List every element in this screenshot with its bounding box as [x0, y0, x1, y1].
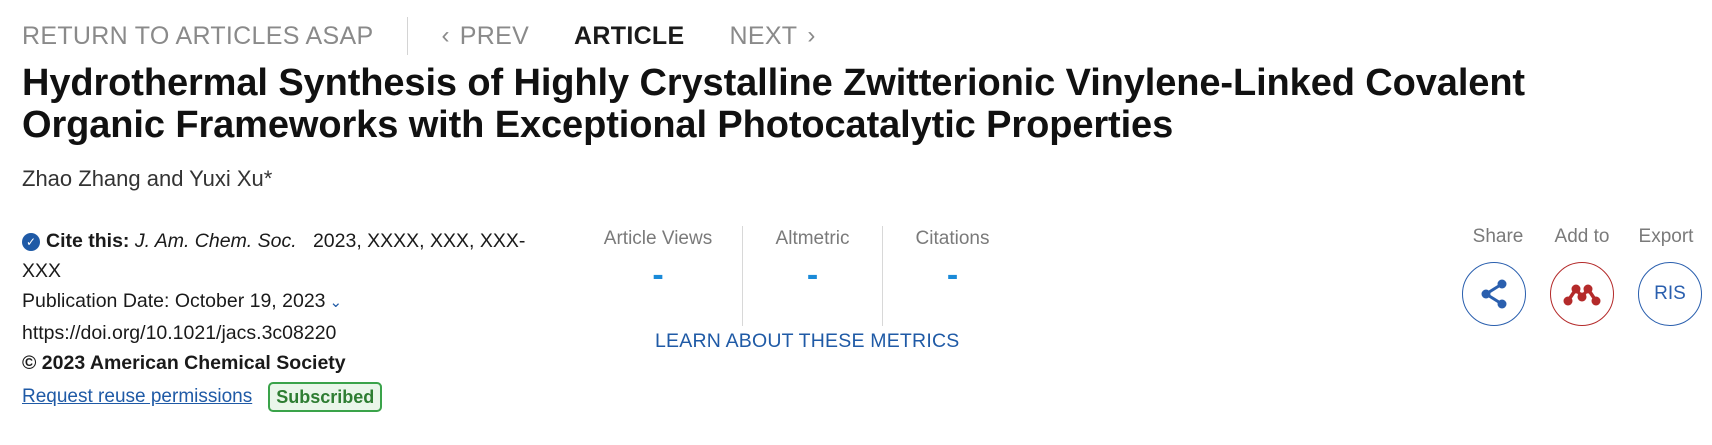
- article-title: Hydrothermal Synthesis of Highly Crystal…: [22, 62, 1525, 146]
- cite-label: Cite this:: [46, 230, 130, 252]
- metric-value: -: [946, 256, 959, 294]
- share-label: Share: [1472, 226, 1524, 247]
- doi-link[interactable]: https://doi.org/10.1021/jacs.3c08220: [22, 318, 552, 348]
- add-to-label: Add to: [1554, 226, 1610, 247]
- reuse-row: Request reuse permissions Subscribed: [22, 382, 552, 412]
- next-label: NEXT: [729, 21, 798, 50]
- ris-label: RIS: [1654, 283, 1686, 304]
- action-labels: Share Add to Export: [1462, 226, 1702, 248]
- copyright-notice: © 2023 American Chemical Society: [22, 352, 346, 374]
- metric-citations: Citations -: [882, 226, 1022, 326]
- metric-label: Citations: [915, 228, 990, 249]
- prev-article-link[interactable]: ‹ PREV: [441, 22, 529, 51]
- metric-altmetric: Altmetric -: [742, 226, 882, 326]
- metric-label: Article Views: [603, 228, 713, 249]
- mendeley-icon: [1563, 284, 1601, 306]
- publication-date: Publication Date: October 19, 2023: [22, 290, 326, 312]
- article-nav-bar: RETURN TO ARTICLES ASAP ‹ PREV ARTICLE N…: [22, 16, 816, 56]
- share-button[interactable]: [1462, 262, 1526, 326]
- chevron-down-icon: ⌄: [329, 294, 343, 311]
- return-to-articles-link[interactable]: RETURN TO ARTICLES ASAP: [22, 22, 373, 51]
- metric-value: -: [806, 256, 819, 294]
- journal-name: J. Am. Chem. Soc.: [134, 230, 297, 252]
- nav-divider: [407, 17, 409, 55]
- citation-block: ✓ Cite this: J. Am. Chem. Soc. 2023, XXXX…: [22, 226, 552, 412]
- cite-line: ✓ Cite this: J. Am. Chem. Soc. 2023, XXXX…: [22, 226, 552, 286]
- add-to-mendeley-button[interactable]: [1550, 262, 1614, 326]
- share-icon: [1481, 279, 1507, 309]
- chevron-right-icon: ›: [807, 22, 816, 49]
- learn-about-metrics-link[interactable]: LEARN ABOUT THESE METRICS: [655, 330, 959, 353]
- request-reuse-permissions-link[interactable]: Request reuse permissions: [22, 382, 252, 412]
- current-article-label: ARTICLE: [574, 21, 685, 50]
- export-label: Export: [1638, 226, 1694, 247]
- article-authors[interactable]: Zhao Zhang and Yuxi Xu*: [22, 166, 272, 192]
- next-article-link[interactable]: NEXT ›: [729, 22, 815, 51]
- subscribed-badge: Subscribed: [268, 382, 383, 412]
- publication-date-toggle[interactable]: Publication Date: October 19, 2023 ⌄: [22, 286, 552, 318]
- check-circle-icon: ✓: [22, 233, 40, 251]
- chevron-left-icon: ‹: [441, 22, 450, 49]
- metric-label: Altmetric: [775, 228, 850, 249]
- metric-article-views: Article Views -: [574, 226, 742, 326]
- article-actions: Share Add to Export RIS: [1462, 226, 1702, 326]
- export-ris-button[interactable]: RIS: [1638, 262, 1702, 326]
- prev-label: PREV: [459, 21, 530, 50]
- article-metrics: Article Views - Altmetric - Citations -: [574, 226, 1022, 326]
- action-buttons: RIS: [1462, 262, 1702, 326]
- metric-value: -: [652, 256, 664, 294]
